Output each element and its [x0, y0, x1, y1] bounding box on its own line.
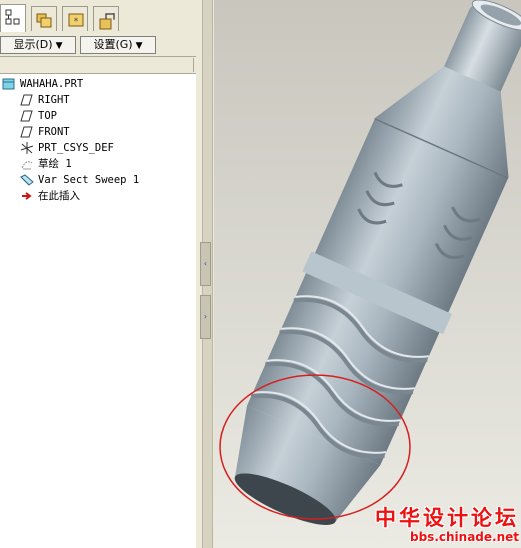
expand-right-handle[interactable]: › [200, 295, 211, 339]
settings-button-label: 设置(G) [93, 38, 133, 51]
tree-item-label: 草绘 1 [38, 158, 72, 170]
collapse-left-handle[interactable]: ‹ [200, 242, 211, 286]
part-icon [2, 78, 15, 90]
chevron-down-icon: ▼ [135, 41, 143, 51]
model-tree: WAHAHA.PRT RIGHT TOP FRONT PRT_CSYS_DEF … [0, 74, 196, 548]
connections-icon [99, 13, 115, 30]
folder-browser-icon [36, 13, 52, 28]
insert-here-arrow-icon [22, 192, 32, 200]
svg-text:*: * [74, 17, 79, 27]
model-tree-panel: * 显示(D) ▼ 设置(G) ▼ WAHAHA.PRT RIGHT TOP F… [0, 0, 199, 548]
chevron-down-icon: ▼ [55, 41, 63, 51]
watermark-title: 中华设计论坛 [375, 505, 519, 530]
tree-item-label: WAHAHA.PRT [20, 78, 84, 90]
settings-button[interactable]: 设置(G) ▼ [80, 36, 156, 54]
coordinate-system-icon [20, 142, 34, 154]
tree-item-label: RIGHT [38, 94, 70, 106]
datum-plane-icon [20, 110, 33, 122]
bottle-model [214, 0, 521, 548]
favorites-icon: * [68, 13, 84, 27]
display-button[interactable]: 显示(D) ▼ [0, 36, 76, 54]
display-button-label: 显示(D) [13, 38, 53, 51]
column-divider[interactable] [193, 58, 194, 72]
tab-folder-browser[interactable] [31, 6, 57, 31]
tree-item-label: Var Sect Sweep 1 [38, 174, 140, 186]
sweep-icon [20, 174, 34, 186]
chevron-right-icon: › [203, 312, 208, 321]
watermark: 中华设计论坛 bbs.chinade.net [375, 502, 519, 544]
tab-connections[interactable] [93, 6, 119, 31]
tab-model-tree[interactable] [0, 4, 26, 32]
tree-item-label: FRONT [38, 126, 70, 138]
tab-favorites[interactable]: * [62, 6, 88, 31]
tree-item-label: TOP [38, 110, 57, 122]
tree-item-label: 在此插入 [38, 190, 80, 202]
chevron-left-icon: ‹ [203, 259, 208, 268]
datum-plane-icon [20, 94, 33, 106]
panel-splitter[interactable]: ‹ › [199, 0, 214, 548]
tree-column-header[interactable] [0, 56, 196, 74]
watermark-url: bbs.chinade.net [410, 530, 519, 544]
datum-plane-icon [20, 126, 33, 138]
model-tree-icon [5, 9, 20, 25]
tree-item-label: PRT_CSYS_DEF [38, 142, 114, 154]
graphics-viewport[interactable]: 中华设计论坛 bbs.chinade.net [214, 0, 521, 548]
sketch-icon [21, 161, 33, 170]
